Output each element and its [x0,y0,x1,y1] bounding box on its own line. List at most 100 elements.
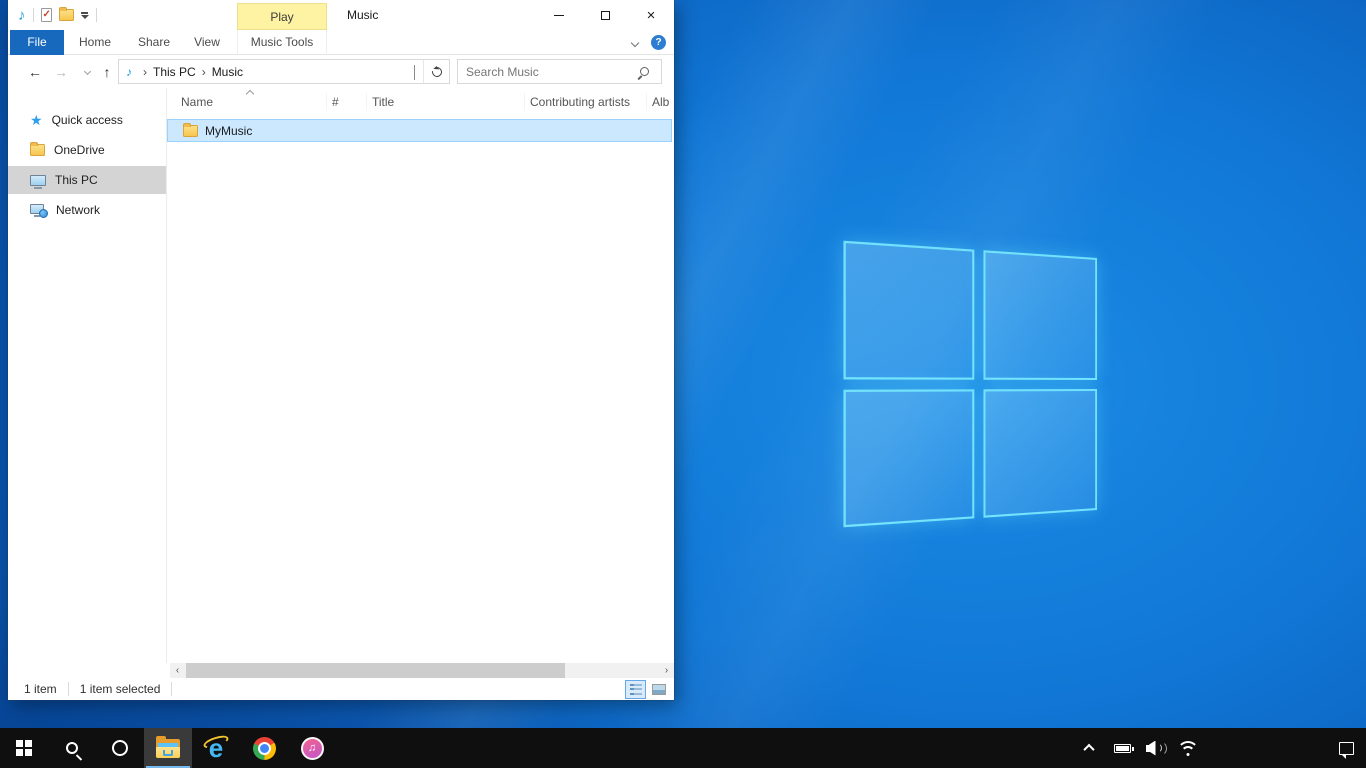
details-view-icon [630,684,642,695]
tab-home[interactable]: Home [64,30,126,55]
music-note-icon: ♪ [18,8,26,23]
quick-access-star-icon: ★ [30,113,43,127]
music-note-icon: ♫ [301,737,324,760]
separator [96,8,97,22]
volume-status[interactable] [1143,728,1167,768]
back-button[interactable]: ← [24,55,46,88]
recent-locations-dropdown[interactable] [76,55,98,88]
windows-logo-wallpaper [843,241,1097,528]
taskbar-chrome-button[interactable] [240,728,288,768]
file-item-mymusic[interactable]: MyMusic [167,119,672,142]
taskbar: e ♫ [0,728,1366,768]
help-icon[interactable]: ? [651,35,666,50]
separator [33,8,34,22]
file-item-name: MyMusic [205,124,252,138]
up-button[interactable]: ↑ [96,55,118,88]
sidebar-item-label: Quick access [52,113,123,127]
tab-share[interactable]: Share [126,30,182,55]
column-header-row: Name # Title Contributing artists Alb [167,88,674,116]
action-center-button[interactable] [1326,728,1366,768]
separator [171,682,172,696]
horizontal-scrollbar[interactable]: ‹ › [170,663,674,678]
tab-music-tools[interactable]: Music Tools [237,30,327,55]
show-hidden-icons-button[interactable] [1077,728,1101,768]
address-dropdown[interactable] [406,65,423,79]
details-view-button[interactable] [625,680,646,699]
refresh-button[interactable] [423,60,449,83]
network-status[interactable] [1176,728,1200,768]
sidebar-item-onedrive[interactable]: OneDrive [8,136,166,164]
thumbnails-view-button[interactable] [648,680,669,699]
scroll-right-icon[interactable]: › [659,663,674,678]
properties-icon[interactable] [41,8,52,22]
windows-logo-pane [843,241,973,380]
scroll-left-icon[interactable]: ‹ [170,663,185,678]
taskbar-internet-explorer-button[interactable]: e [192,728,240,768]
forward-arrow-icon: → [54,64,68,80]
file-list-pane: Name # Title Contributing artists Alb My… [166,88,674,663]
chrome-icon [253,737,276,760]
windows-logo-pane [983,389,1097,518]
title-bar[interactable]: ♪ Play Music × [8,0,674,30]
customize-toolbar-dropdown-icon[interactable] [81,12,89,19]
new-folder-icon[interactable] [59,9,74,21]
quick-access-toolbar: ♪ [18,0,97,30]
network-icon [30,204,47,217]
battery-status[interactable] [1110,728,1134,768]
address-bar[interactable]: ♪ › This PC › Music [118,59,450,84]
folder-icon [156,739,180,758]
refresh-icon [430,65,444,79]
column-header-album[interactable]: Alb [647,93,674,111]
back-arrow-icon: ← [28,64,42,80]
breadcrumb-music[interactable]: Music [212,65,243,79]
system-tray [1077,728,1366,768]
chevron-up-icon [1083,744,1094,755]
search-input[interactable] [458,65,640,79]
tab-file[interactable]: File [10,30,64,55]
minimize-button[interactable] [536,0,582,30]
sidebar-item-quick-access[interactable]: ★ Quick access [8,106,166,134]
this-pc-monitor-icon [30,175,46,186]
forward-button[interactable]: → [50,55,72,88]
thumbnails-view-icon [652,684,666,695]
search-icon[interactable] [640,67,649,76]
taskbar-search-button[interactable] [48,728,96,768]
separator [68,682,69,696]
column-header-contributing-artists[interactable]: Contributing artists [525,93,647,111]
ribbon-tab-strip: File Home Share View Music Tools ? [8,30,674,55]
speaker-icon [1146,741,1165,756]
close-button[interactable]: × [628,0,674,30]
chevron-down-icon [414,65,415,80]
location-music-icon: ♪ [126,66,132,78]
search-box[interactable] [457,59,662,84]
ribbon-extra-controls: ? [632,35,666,50]
window-title: Music [347,0,378,30]
sidebar-item-label: This PC [55,173,98,187]
expand-ribbon-chevron-icon[interactable] [631,38,639,46]
search-icon [66,742,78,754]
breadcrumb-this-pc[interactable]: This PC [153,65,196,79]
column-header-number[interactable]: # [327,93,367,111]
taskbar-file-explorer-button[interactable] [144,728,192,768]
breadcrumb-separator: › [202,65,206,79]
sidebar-item-network[interactable]: Network [8,196,166,224]
sidebar-item-label: OneDrive [54,143,105,157]
column-header-title[interactable]: Title [367,93,525,111]
folder-icon [183,125,198,137]
explorer-main: ★ Quick access OneDrive This PC Network … [8,88,674,663]
ie-icon: e [203,735,229,761]
scrollbar-thumb[interactable] [186,663,565,678]
task-view-button[interactable] [96,728,144,768]
maximize-button[interactable] [582,0,628,30]
maximize-icon [601,11,610,20]
view-toggle-group [625,680,669,699]
close-icon: × [647,8,656,23]
sidebar-item-this-pc[interactable]: This PC [8,166,166,194]
sidebar-item-label: Network [56,203,100,217]
contextual-tab-group-play: Play [237,3,327,30]
start-button[interactable] [0,728,48,768]
tab-view[interactable]: View [182,30,232,55]
window-controls: × [536,0,674,30]
taskbar-itunes-button[interactable]: ♫ [288,728,336,768]
battery-icon [1114,744,1131,753]
